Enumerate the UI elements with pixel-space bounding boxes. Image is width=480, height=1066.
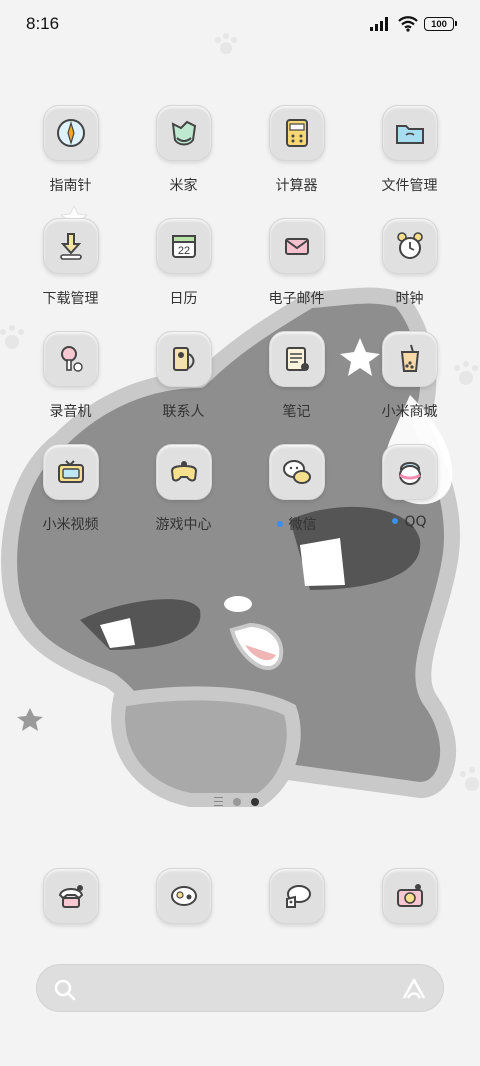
new-install-dot: [276, 521, 283, 527]
mail-icon: [268, 218, 325, 274]
app-mi-store[interactable]: 小米商城: [353, 331, 466, 421]
camera-icon: [381, 868, 438, 924]
app-calendar[interactable]: 22 日历: [127, 218, 240, 308]
contacts-icon: [155, 331, 212, 387]
app-label: 时钟: [395, 291, 424, 307]
status-time: 8:16: [26, 14, 60, 33]
app-label: 录音机: [49, 404, 92, 420]
recorder-icon: [42, 331, 99, 387]
download-icon: [42, 218, 99, 274]
app-label: 日历: [169, 291, 198, 307]
app-label-qq: QQ: [353, 514, 466, 530]
notes-icon: [268, 331, 325, 387]
app-notes[interactable]: 笔记: [240, 331, 353, 421]
wechat-icon: [268, 444, 325, 500]
page-dot[interactable]: [233, 797, 241, 806]
qq-penguin-icon: [381, 444, 438, 500]
assistant-icon[interactable]: [401, 977, 427, 1001]
wifi-icon: [398, 16, 418, 32]
app-contacts[interactable]: 联系人: [127, 331, 240, 421]
calculator-icon: [268, 105, 325, 161]
gamepad-icon: [155, 444, 212, 500]
app-download-manager[interactable]: 下载管理: [14, 218, 127, 308]
app-mijia[interactable]: 米家: [127, 105, 240, 195]
compass-icon: [42, 105, 99, 161]
app-clock[interactable]: 时钟: [353, 218, 466, 308]
app-label: 电子邮件: [268, 291, 325, 307]
page-indicator[interactable]: [214, 797, 259, 806]
page-menu-icon[interactable]: [214, 797, 223, 806]
page-dot-active[interactable]: [251, 797, 259, 806]
app-label: 笔记: [282, 404, 311, 420]
app-file-manager[interactable]: 文件管理: [353, 105, 466, 195]
app-label: 微信: [288, 517, 317, 533]
folder-icon: [381, 105, 438, 161]
calendar-icon: 22: [155, 218, 212, 274]
battery-icon: 100: [424, 17, 457, 31]
app-label: 下载管理: [42, 291, 99, 307]
app-email[interactable]: 电子邮件: [240, 218, 353, 308]
mijia-icon: [155, 105, 212, 161]
app-label: 指南针: [49, 178, 92, 194]
app-label: 游戏中心: [155, 517, 212, 533]
app-recorder[interactable]: 录音机: [14, 331, 127, 421]
app-qq[interactable]: QQ: [353, 444, 466, 530]
app-label: 小米商城: [381, 404, 438, 420]
alarm-clock-icon: [381, 218, 438, 274]
new-install-dot: [392, 518, 399, 524]
messages-icon: [155, 868, 212, 924]
search-icon[interactable]: [53, 978, 77, 1002]
app-label: 米家: [169, 178, 198, 194]
app-label: 计算器: [275, 178, 318, 194]
phone-icon: [42, 868, 99, 924]
dock-messages[interactable]: [127, 868, 240, 924]
app-label: QQ: [404, 514, 427, 530]
app-label-wechat: 微信: [240, 514, 353, 534]
app-label: 小米视频: [42, 517, 99, 533]
search-bar[interactable]: [36, 964, 444, 1012]
dock-browser[interactable]: [240, 868, 353, 924]
bubble-tea-icon: [381, 331, 438, 387]
dock-camera[interactable]: [353, 868, 466, 924]
app-calculator[interactable]: 计算器: [240, 105, 353, 195]
browser-icon: [268, 868, 325, 924]
calendar-date: 22: [177, 245, 189, 257]
app-wechat[interactable]: 微信: [240, 444, 353, 534]
tv-icon: [42, 444, 99, 500]
app-label: 联系人: [162, 404, 205, 420]
signal-icon: [370, 17, 388, 31]
app-compass[interactable]: 指南针: [14, 105, 127, 195]
dock-phone[interactable]: [14, 868, 127, 924]
app-label: 文件管理: [381, 178, 438, 194]
app-game-center[interactable]: 游戏中心: [127, 444, 240, 534]
status-bar: 8:16 100: [0, 0, 480, 50]
app-mi-video[interactable]: 小米视频: [14, 444, 127, 534]
